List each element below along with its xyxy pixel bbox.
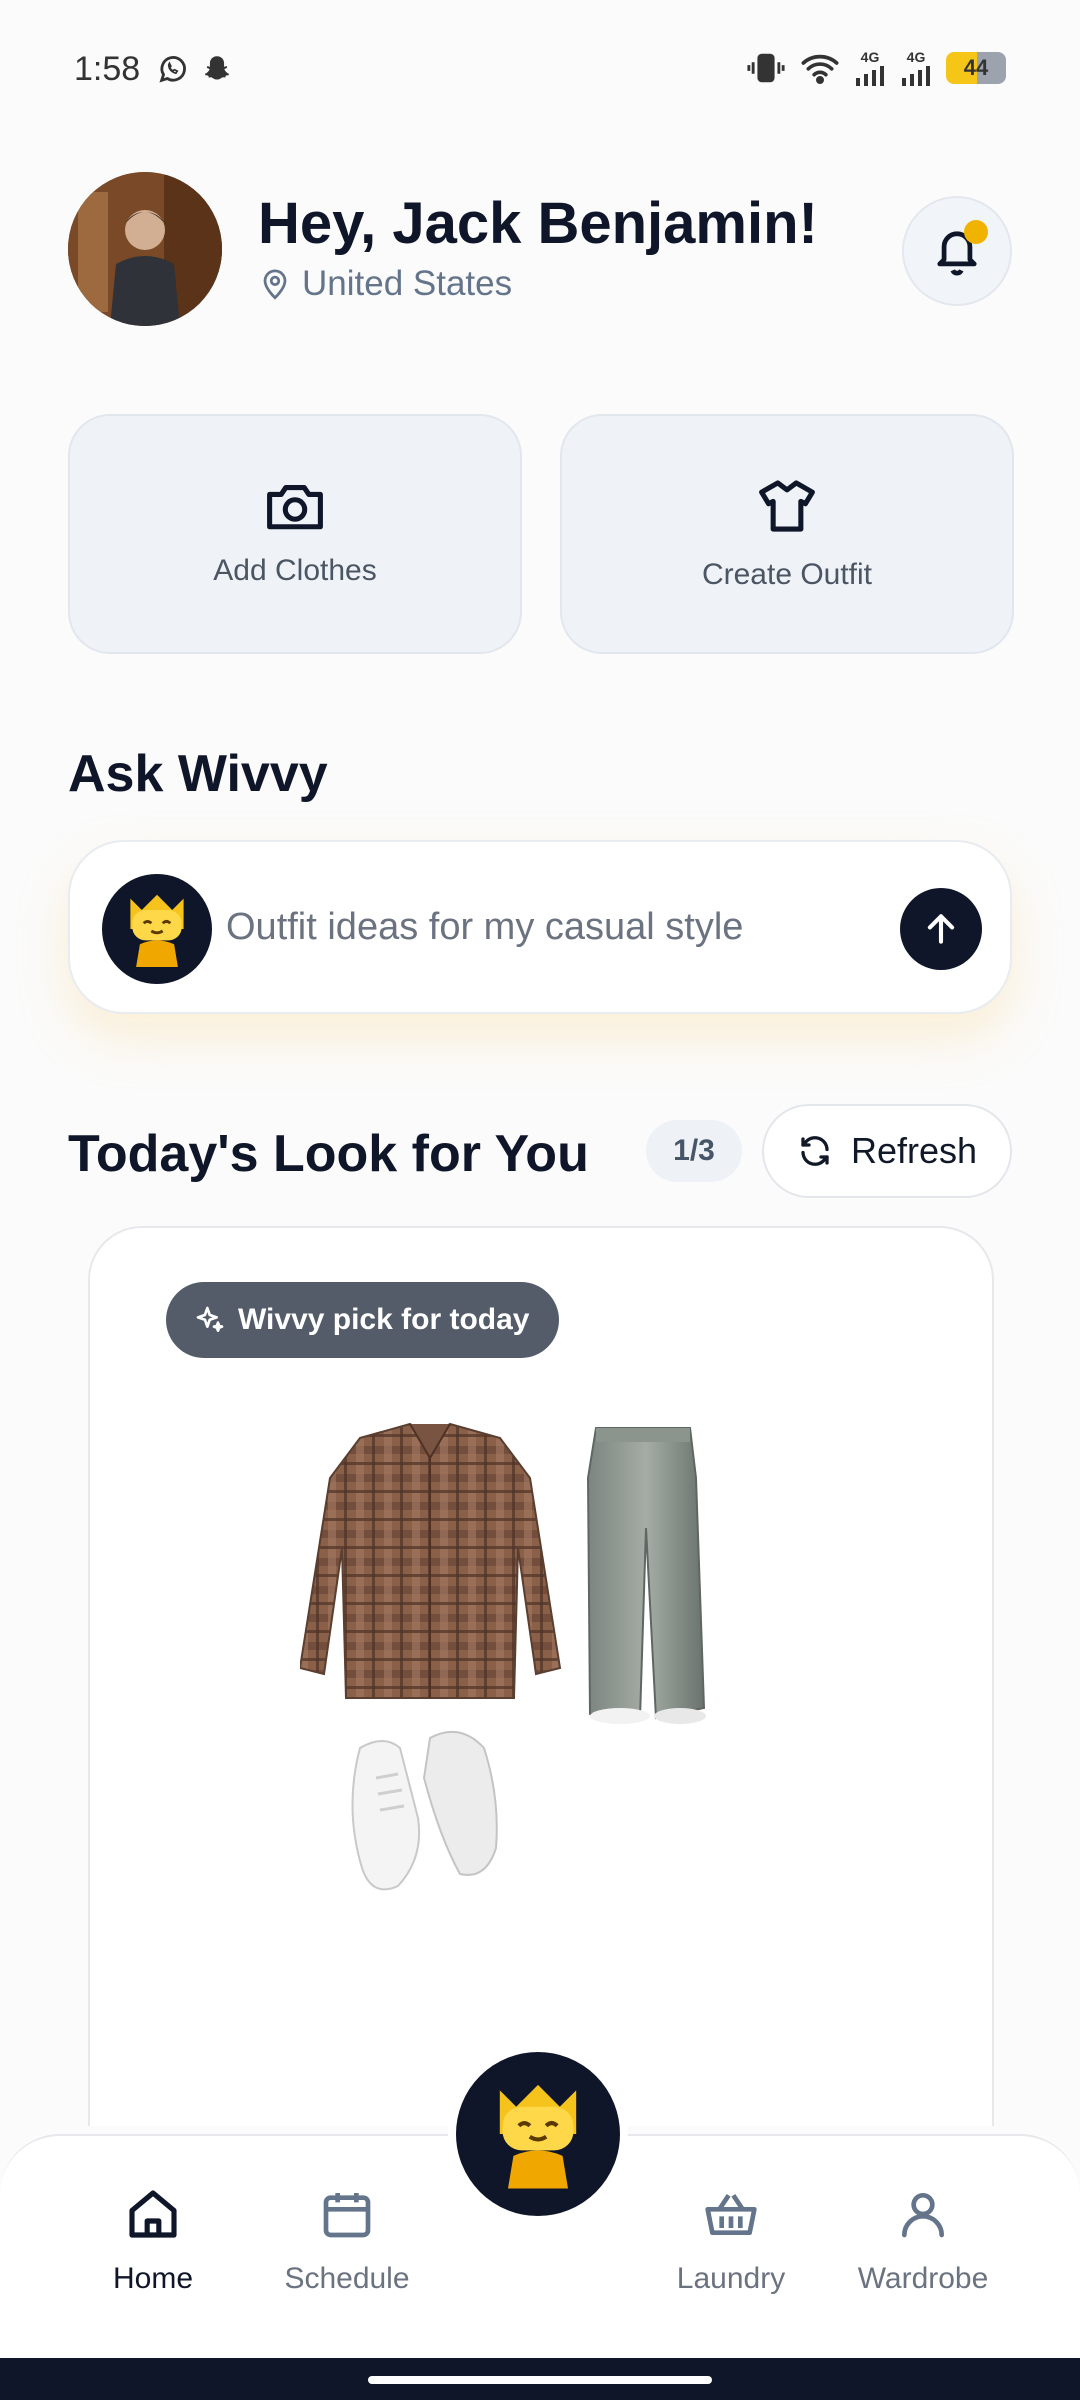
nav-home-label: Home — [112, 2262, 194, 2295]
greeting-title: Hey, Jack Benjamin! — [258, 191, 818, 256]
todays-look-card[interactable]: Wivvy pick for today — [88, 1226, 994, 2126]
camera-icon — [267, 485, 323, 530]
basket-icon — [705, 2194, 757, 2235]
snapchat-icon — [204, 56, 230, 80]
ask-wivvy-input[interactable]: Outfit ideas for my casual style — [68, 840, 1012, 1014]
location-pin-icon — [263, 269, 287, 300]
send-button[interactable] — [900, 888, 982, 970]
plaid-shirt-image — [298, 1422, 562, 1699]
wide-leg-jeans-image — [586, 1427, 706, 1724]
ask-input-placeholder: Outfit ideas for my casual style — [226, 906, 744, 948]
status-bar: 1:58 4G 4G 44 — [0, 0, 1080, 140]
outfit-preview[interactable] — [298, 1418, 820, 1938]
nav-wardrobe-label: Wardrobe — [857, 2262, 989, 2295]
profile-photo — [68, 172, 222, 326]
nav-laundry[interactable]: Laundry — [636, 2186, 826, 2336]
nav-laundry-label: Laundry — [676, 2262, 786, 2295]
calendar-icon — [323, 2193, 371, 2238]
nav-wardrobe[interactable]: Wardrobe — [828, 2186, 1018, 2336]
whatsapp-icon — [159, 56, 186, 83]
add-clothes-label: Add Clothes — [213, 554, 377, 587]
white-sneakers-image — [351, 1731, 498, 1891]
gesture-navigation-bar — [0, 2358, 1080, 2400]
add-clothes-button[interactable]: Add Clothes — [68, 414, 522, 654]
avatar[interactable] — [68, 172, 222, 326]
look-counter-badge: 1/3 — [646, 1120, 742, 1182]
wifi-icon — [801, 54, 839, 85]
arrow-up-icon — [927, 914, 955, 944]
battery-indicator: 44 — [946, 52, 1006, 84]
shirt-icon — [759, 480, 815, 532]
notification-dot — [964, 220, 988, 244]
wivvy-mascot-icon — [499, 2084, 577, 2189]
refresh-button[interactable]: Refresh — [762, 1104, 1012, 1198]
home-indicator[interactable] — [368, 2376, 712, 2384]
refresh-icon — [801, 1136, 829, 1166]
create-outfit-label: Create Outfit — [701, 558, 873, 591]
todays-look-title: Today's Look for You — [68, 1125, 589, 1183]
vibrate-icon — [747, 53, 785, 83]
nav-schedule-label: Schedule — [284, 2262, 410, 2295]
nav-home[interactable]: Home — [58, 2186, 248, 2336]
location-text: United States — [302, 264, 513, 303]
signal-4g-icon: 4G — [900, 50, 932, 86]
create-outfit-button[interactable]: Create Outfit — [560, 414, 1014, 654]
nav-schedule[interactable]: Schedule — [252, 2186, 442, 2336]
notifications-button[interactable] — [902, 196, 1012, 306]
home-icon — [129, 2190, 177, 2238]
refresh-label: Refresh — [850, 1130, 978, 1171]
person-icon — [902, 2193, 944, 2238]
wivvy-mascot-icon — [102, 874, 212, 984]
wivvy-pick-label: Wivvy pick for today — [238, 1303, 530, 1336]
ask-wivvy-title: Ask Wivvy — [68, 745, 328, 803]
status-time: 1:58 — [74, 50, 141, 88]
location: United States — [260, 264, 512, 304]
signal-4g-icon: 4G — [854, 50, 886, 86]
wivvy-pick-badge: Wivvy pick for today — [166, 1282, 560, 1358]
sparkles-icon — [196, 1306, 224, 1332]
wivvy-assistant-button[interactable] — [448, 2044, 628, 2224]
